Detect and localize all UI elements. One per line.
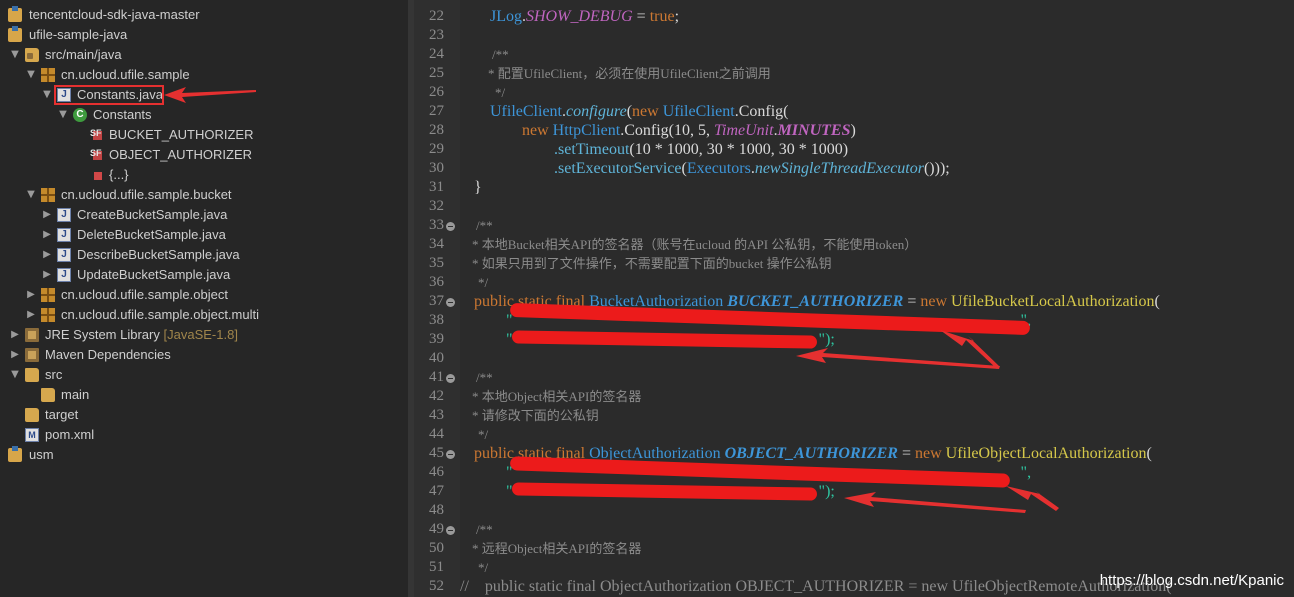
- chevron-down-icon[interactable]: ▼: [25, 65, 37, 85]
- chevron-right-icon[interactable]: ▶: [9, 345, 21, 365]
- project-icon: [8, 446, 22, 462]
- tree-item-label: cn.ucloud.ufile.sample.object.multi: [61, 307, 259, 322]
- tree-item-label: BUCKET_AUTHORIZER: [109, 127, 254, 142]
- java-file-icon: J: [57, 268, 71, 282]
- annotation-arrows: [796, 330, 1059, 513]
- static-block-icon: [91, 168, 105, 182]
- annotation-arrow-icon: [1006, 486, 1059, 511]
- chevron-right-icon[interactable]: ▶: [41, 225, 53, 245]
- tree-item-tencentcloud-project[interactable]: tencentcloud-sdk-java-master: [0, 5, 408, 25]
- chevron-right-icon[interactable]: ▶: [41, 205, 53, 225]
- annotation-arrow-icon: [164, 87, 256, 103]
- tree-item-label: main: [61, 387, 90, 402]
- tree-item-main-folder[interactable]: main: [0, 385, 408, 405]
- tree-item-label: usm: [29, 447, 54, 462]
- tree-item-target-folder[interactable]: target: [0, 405, 408, 425]
- folder-icon: [41, 388, 55, 402]
- chevron-right-icon[interactable]: ▶: [25, 285, 37, 305]
- tree-item-ufile-sample-project[interactable]: ufile-sample-java: [0, 25, 408, 45]
- tree-item-label: Constants: [93, 107, 152, 122]
- tree-item-label: {...}: [109, 167, 129, 182]
- library-icon: [25, 348, 39, 362]
- tree-item-constants-class[interactable]: ▼ C Constants: [0, 105, 408, 125]
- tree-item-package-sample[interactable]: ▼ cn.ucloud.ufile.sample: [0, 65, 408, 85]
- annotation-arrow-icon: [844, 492, 1026, 513]
- package-icon: [41, 308, 55, 322]
- tree-item-update-bucket[interactable]: ▶ J UpdateBucketSample.java: [0, 265, 408, 285]
- tree-item-label: DescribeBucketSample.java: [77, 247, 240, 262]
- tree-item-label: JRE System Library [JavaSE-1.8]: [45, 327, 238, 342]
- tree-item-label: src/main/java: [45, 47, 122, 62]
- tree-item-maven-deps[interactable]: ▶ Maven Dependencies: [0, 345, 408, 365]
- tree-item-describe-bucket[interactable]: ▶ J DescribeBucketSample.java: [0, 245, 408, 265]
- package-icon: [41, 188, 55, 202]
- chevron-right-icon[interactable]: ▶: [41, 265, 53, 285]
- java-file-icon: J: [57, 248, 71, 262]
- project-icon: [8, 6, 22, 22]
- folder-icon: [25, 368, 39, 382]
- annotation-arrow-icon: [796, 348, 1000, 369]
- tree-item-delete-bucket[interactable]: ▶ J DeleteBucketSample.java: [0, 225, 408, 245]
- tree-item-label: DeleteBucketSample.java: [77, 227, 226, 242]
- tree-item-create-bucket[interactable]: ▶ J CreateBucketSample.java: [0, 205, 408, 225]
- tree-item-label: ufile-sample-java: [29, 27, 128, 42]
- tree-item-bucket-authorizer[interactable]: SF BUCKET_AUTHORIZER: [0, 125, 408, 145]
- project-icon: [8, 26, 22, 42]
- tree-item-label: tencentcloud-sdk-java-master: [29, 7, 200, 22]
- source-folder-icon: [25, 48, 39, 62]
- chevron-down-icon[interactable]: ▼: [41, 85, 53, 105]
- package-icon: [41, 68, 55, 82]
- chevron-right-icon[interactable]: ▶: [41, 245, 53, 265]
- folder-icon: [25, 408, 39, 422]
- tree-item-label: Maven Dependencies: [45, 347, 171, 362]
- chevron-down-icon[interactable]: ▼: [57, 105, 69, 125]
- code-editor[interactable]: 22 23 24 25 26 27 28 29 30 31 32 33 34 35 36 37 38 39 40 41…: [414, 0, 1294, 597]
- tree-item-label: target: [45, 407, 79, 422]
- tree-item-package-object[interactable]: ▶ cn.ucloud.ufile.sample.object: [0, 285, 408, 305]
- annotation-highlight-box: [54, 85, 164, 105]
- tree-item-src-folder[interactable]: ▼ src: [0, 365, 408, 385]
- java-file-icon: J: [57, 228, 71, 242]
- chevron-right-icon[interactable]: ▶: [25, 305, 37, 325]
- library-icon: [25, 328, 39, 342]
- tree-item-package-object-multi[interactable]: ▶ cn.ucloud.ufile.sample.object.multi: [0, 305, 408, 325]
- tree-item-label: cn.ucloud.ufile.sample: [61, 67, 190, 82]
- package-icon: [41, 288, 55, 302]
- tree-item-label: cn.ucloud.ufile.sample.object: [61, 287, 228, 302]
- chevron-down-icon[interactable]: ▼: [9, 365, 21, 385]
- tree-item-jre-library[interactable]: ▶ JRE System Library [JavaSE-1.8]: [0, 325, 408, 345]
- tree-item-object-authorizer[interactable]: SF OBJECT_AUTHORIZER: [0, 145, 408, 165]
- tree-item-label: src: [45, 367, 63, 382]
- watermark: https://blog.csdn.net/Kpanic: [1099, 572, 1284, 589]
- tree-item-label: CreateBucketSample.java: [77, 207, 228, 222]
- tree-item-pom-xml[interactable]: M pom.xml: [0, 425, 408, 445]
- chevron-right-icon[interactable]: ▶: [9, 325, 21, 345]
- tree-item-label: OBJECT_AUTHORIZER: [109, 147, 253, 162]
- tree-item-src-main-java[interactable]: ▼ src/main/java: [0, 45, 408, 65]
- tree-item-label: pom.xml: [45, 427, 95, 442]
- tree-item-package-bucket[interactable]: ▼ cn.ucloud.ufile.sample.bucket: [0, 185, 408, 205]
- chevron-down-icon[interactable]: ▼: [9, 45, 21, 65]
- tree-item-label: UpdateBucketSample.java: [77, 267, 231, 282]
- static-final-field-icon: SF: [90, 148, 102, 160]
- chevron-down-icon[interactable]: ▼: [25, 185, 37, 205]
- tree-item-label: cn.ucloud.ufile.sample.bucket: [61, 187, 232, 202]
- xml-file-icon: M: [25, 428, 39, 442]
- static-final-field-icon: SF: [90, 128, 102, 140]
- java-file-icon: J: [57, 208, 71, 222]
- tree-item-static-block[interactable]: {...}: [0, 165, 408, 185]
- tree-item-usm-project[interactable]: usm: [0, 445, 408, 465]
- package-explorer: tencentcloud-sdk-java-master ufile-sampl…: [0, 0, 408, 597]
- class-icon: C: [73, 108, 87, 122]
